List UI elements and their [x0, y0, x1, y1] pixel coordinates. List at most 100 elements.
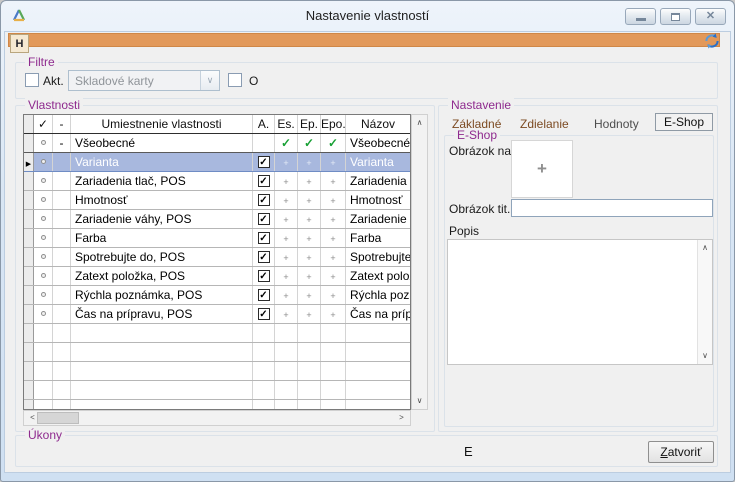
row-circle-cell: [34, 134, 53, 152]
header-a[interactable]: A.: [253, 115, 275, 133]
row-umiestnenie-cell: Farba: [71, 229, 253, 247]
active-checkbox[interactable]: ✓: [258, 232, 270, 244]
horizontal-scroll-thumb[interactable]: [37, 412, 79, 424]
green-check-icon: ✓: [328, 136, 338, 150]
row-circle-cell: [34, 153, 53, 171]
active-checkbox[interactable]: ✓: [258, 175, 270, 187]
refresh-button[interactable]: [703, 32, 721, 50]
row-circle-cell: [34, 305, 53, 323]
table-row[interactable]: Hmotnosť✓+++Hmotnosť: [24, 191, 410, 210]
tab-eshop[interactable]: E-Shop: [655, 113, 713, 131]
row-dash-cell: [53, 381, 71, 399]
row-ep-cell: +: [298, 229, 321, 247]
table-row[interactable]: Zatext položka, POS✓+++Zatext položka,: [24, 267, 410, 286]
row-indicator-cell: [24, 305, 34, 323]
row-dash-cell: [53, 172, 71, 190]
properties-group: Vlastnosti ✓ - Umiestnenie vlastnosti A.…: [15, 105, 435, 432]
minimize-button[interactable]: [625, 8, 656, 25]
dot-icon: +: [330, 196, 335, 206]
row-a-cell: ✓: [253, 267, 275, 285]
table-row[interactable]: Spotrebujte do, POS✓+++Spotrebujte do,: [24, 248, 410, 267]
header-umiestnenie[interactable]: Umiestnenie vlastnosti: [71, 115, 253, 133]
table-row[interactable]: Čas na prípravu, POS✓+++Čas na príprav: [24, 305, 410, 324]
table-row[interactable]: Rýchla poznámka, POS✓+++Rýchla poznám: [24, 286, 410, 305]
row-umiestnenie-cell: Zariadenie váhy, POS: [71, 210, 253, 228]
active-checkbox[interactable]: ✓: [258, 194, 270, 206]
active-checkbox[interactable]: ✓: [258, 308, 270, 320]
row-dash-cell: [53, 248, 71, 266]
header-ep[interactable]: Ep.: [298, 115, 321, 133]
table-row[interactable]: ▶Varianta✓+++Varianta: [24, 153, 410, 172]
table-row[interactable]: -Všeobecné✓✓✓Všeobecné: [24, 134, 410, 153]
popis-scrollbar[interactable]: ∧ ∨: [697, 240, 712, 364]
filter-dropdown[interactable]: Skladové karty ∨: [68, 70, 220, 91]
akt-checkbox[interactable]: [25, 73, 39, 87]
row-epo-cell: +: [321, 267, 346, 285]
row-circle-cell: [34, 248, 53, 266]
header-nazov[interactable]: Názov: [346, 115, 410, 133]
table-empty-row[interactable]: [24, 400, 410, 410]
dot-icon: +: [306, 272, 311, 282]
close-button[interactable]: ✕: [695, 8, 726, 25]
header-dash[interactable]: -: [53, 115, 71, 133]
row-ep-cell: ✓: [298, 134, 321, 152]
popis-textarea[interactable]: ∧ ∨: [447, 239, 713, 365]
table-row[interactable]: Zariadenie váhy, POS✓+++Zariadenie váhy: [24, 210, 410, 229]
table-row[interactable]: Zariadenia tlač, POS✓+++Zariadenia tlač,: [24, 172, 410, 191]
row-indicator-cell: [24, 248, 34, 266]
header-epo[interactable]: Epo.: [321, 115, 346, 133]
table-row[interactable]: Farba✓+++Farba: [24, 229, 410, 248]
obrazok-nav-dropzone[interactable]: +: [511, 140, 573, 198]
active-checkbox[interactable]: ✓: [258, 251, 270, 263]
popis-scroll-down-icon[interactable]: ∨: [698, 349, 712, 363]
dot-icon: +: [283, 215, 288, 225]
row-nazov-cell: Zatext položka,: [346, 267, 410, 285]
row-ep-cell: [298, 362, 321, 380]
filter-group: Filtre Akt. Skladové karty ∨ O: [15, 62, 718, 99]
row-nazov-cell: [346, 343, 410, 361]
record-circle-icon: [41, 197, 46, 202]
row-umiestnenie-cell: Zatext položka, POS: [71, 267, 253, 285]
row-es-cell: [275, 362, 298, 380]
table-empty-row[interactable]: [24, 362, 410, 381]
zatvorit-button[interactable]: Zatvoriť: [648, 441, 714, 463]
h-button[interactable]: H: [10, 34, 29, 53]
scroll-right-icon[interactable]: >: [394, 411, 409, 425]
tab-zdielanie[interactable]: Zdielanie: [520, 117, 569, 131]
row-a-cell: [253, 362, 275, 380]
table-header-row[interactable]: ✓ - Umiestnenie vlastnosti A. Es. Ep. Ep…: [24, 115, 410, 134]
row-circle-cell: [34, 172, 53, 190]
row-indicator-cell: [24, 362, 34, 380]
header-check-icon: ✓: [34, 115, 53, 133]
scroll-up-icon[interactable]: ∧: [412, 116, 427, 130]
title-bar[interactable]: Nastavenie vlastností ✕: [1, 1, 734, 31]
o-checkbox[interactable]: [228, 73, 242, 87]
row-dash-cell: [53, 267, 71, 285]
table-empty-row[interactable]: [24, 324, 410, 343]
row-circle-cell: [34, 191, 53, 209]
maximize-button[interactable]: [660, 8, 691, 25]
table-vertical-scrollbar[interactable]: ∧ ∨: [411, 114, 428, 410]
active-checkbox[interactable]: ✓: [258, 289, 270, 301]
row-es-cell: +: [275, 210, 298, 228]
row-epo-cell: +: [321, 286, 346, 304]
table-empty-row[interactable]: [24, 343, 410, 362]
accent-bar: [8, 33, 720, 47]
row-umiestnenie-cell: Rýchla poznámka, POS: [71, 286, 253, 304]
scroll-down-icon[interactable]: ∨: [412, 394, 427, 408]
popis-scroll-up-icon[interactable]: ∧: [698, 241, 712, 255]
tab-hodnoty[interactable]: Hodnoty: [594, 117, 639, 131]
row-indicator-cell: [24, 229, 34, 247]
header-es[interactable]: Es.: [275, 115, 298, 133]
row-indicator-cell: [24, 172, 34, 190]
active-checkbox[interactable]: ✓: [258, 156, 270, 168]
row-umiestnenie-cell: Zariadenia tlač, POS: [71, 172, 253, 190]
row-dash-cell: [53, 210, 71, 228]
active-checkbox[interactable]: ✓: [258, 213, 270, 225]
active-checkbox[interactable]: ✓: [258, 270, 270, 282]
dot-icon: +: [330, 291, 335, 301]
obrazok-tit-input[interactable]: [511, 199, 713, 217]
table-horizontal-scrollbar[interactable]: < >: [23, 410, 411, 426]
table-empty-row[interactable]: [24, 381, 410, 400]
dot-icon: +: [306, 291, 311, 301]
